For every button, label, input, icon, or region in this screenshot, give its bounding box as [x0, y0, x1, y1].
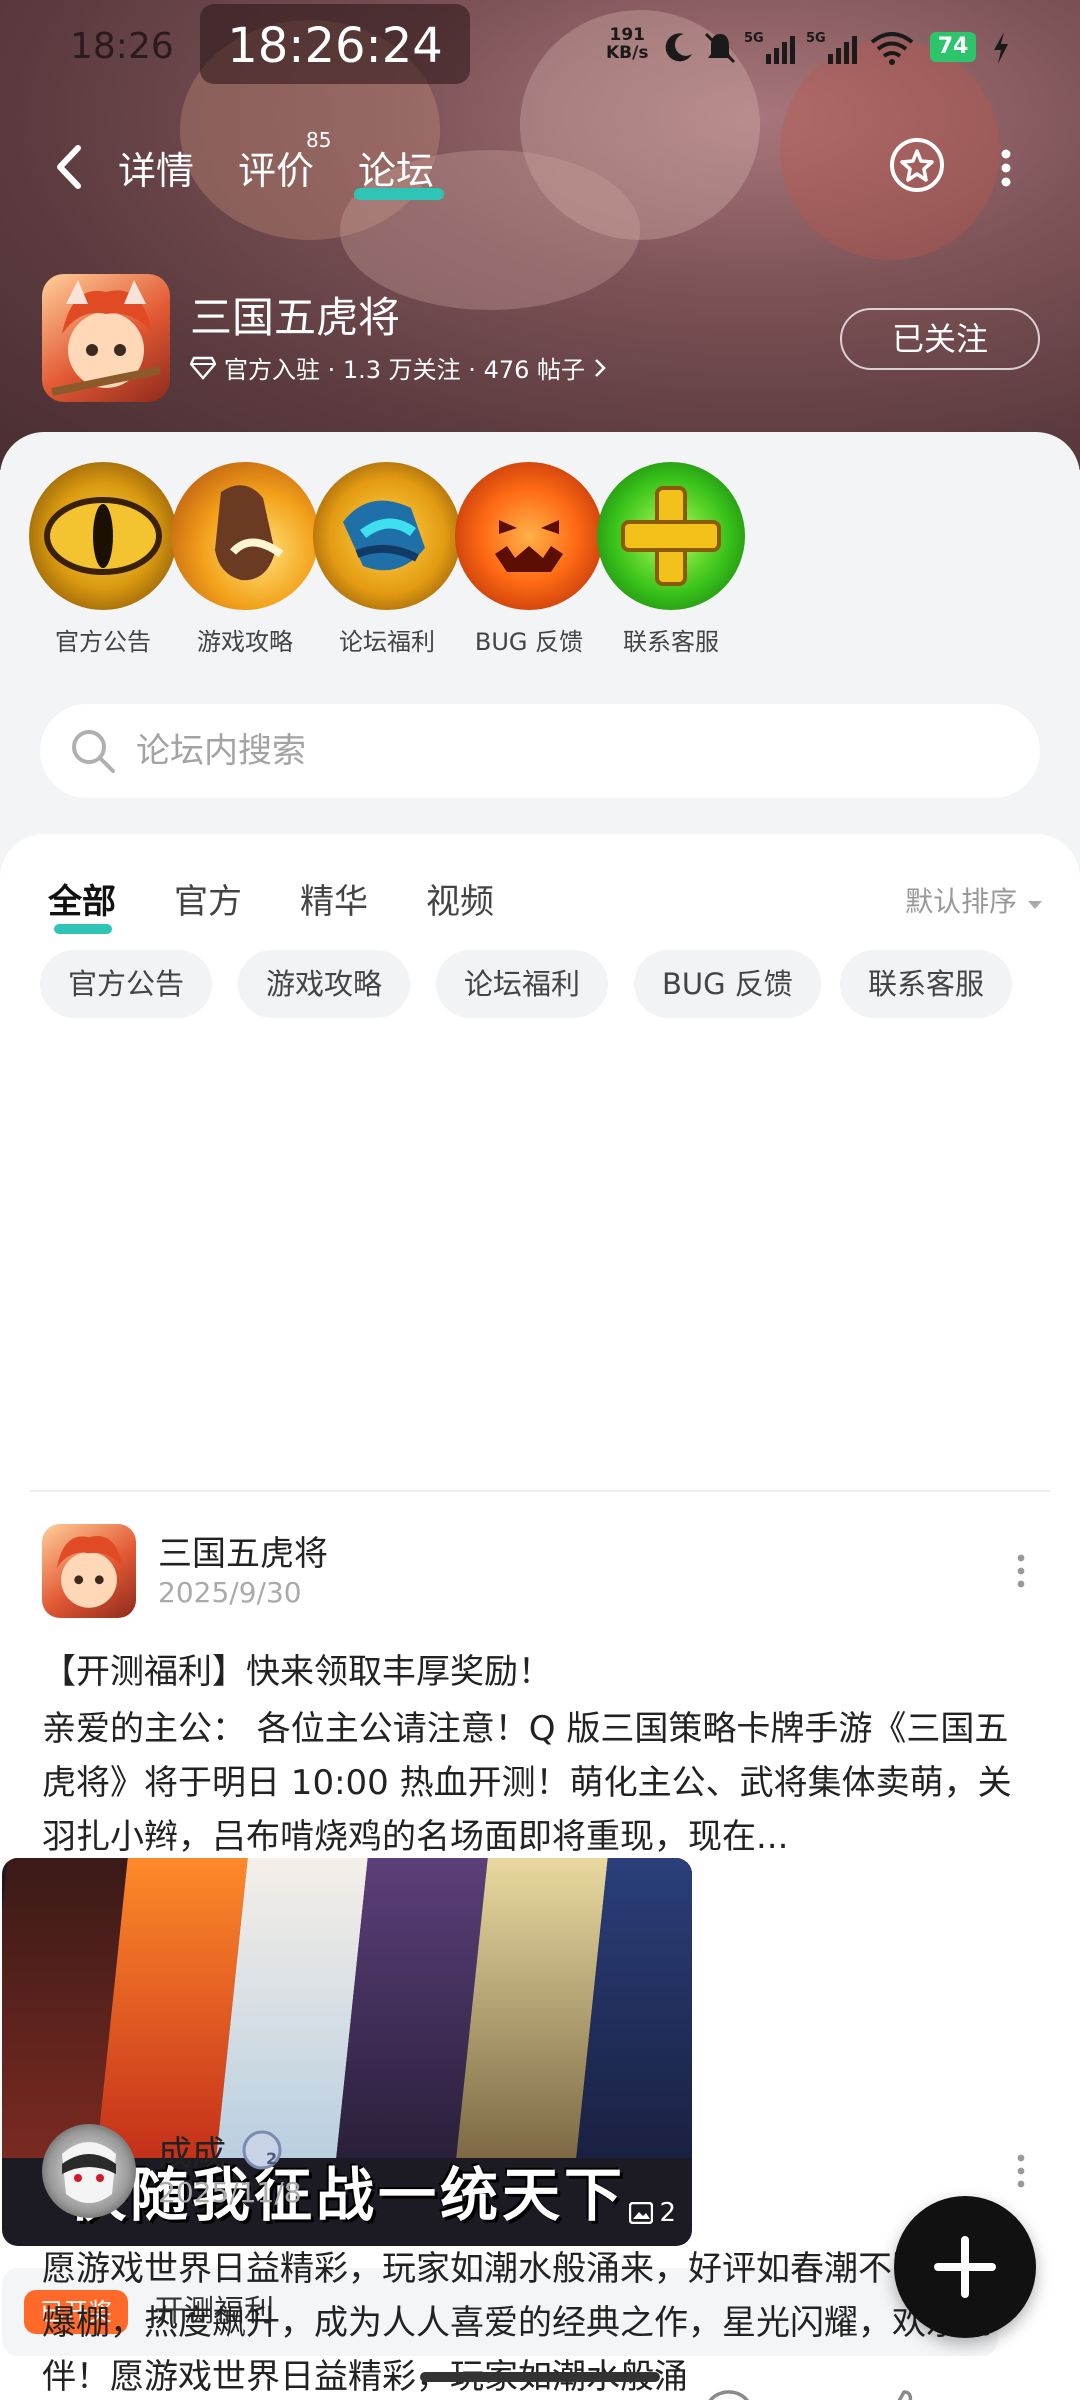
bell-off-icon — [704, 32, 736, 64]
category-label: 联系客服 — [623, 628, 719, 656]
author-avatar[interactable] — [42, 1524, 136, 1618]
author-avatar[interactable] — [42, 2124, 136, 2218]
search-input[interactable] — [136, 718, 996, 784]
author-name[interactable]: 三国五虎将 — [158, 1526, 328, 1575]
tab-featured[interactable]: 精华 — [300, 874, 368, 923]
eye-icon — [29, 462, 177, 610]
clock-overlay: 18:26:24 — [200, 4, 470, 84]
author-name[interactable]: 成成 — [158, 2126, 226, 2175]
category-support[interactable]: 联系客服 — [596, 462, 746, 657]
category-label: BUG 反馈 — [474, 628, 584, 656]
tab-all[interactable]: 全部 — [48, 874, 116, 923]
review-count-badge: 85 — [306, 128, 332, 152]
charging-icon — [994, 32, 1008, 64]
create-post-button[interactable] — [888, 2190, 1042, 2344]
tab-official[interactable]: 官方 — [174, 874, 242, 923]
tab-reviews[interactable]: 评价 — [238, 140, 314, 195]
signal-icon-2: 5G — [806, 31, 857, 64]
level-badge-icon: 2 — [242, 2130, 282, 2170]
tab-forum[interactable]: 论坛 — [358, 140, 434, 195]
post-title: 【开测福利】快来领取丰厚奖励！ — [42, 1652, 552, 1692]
game-app-icon[interactable] — [42, 274, 170, 402]
chip-benefits[interactable]: 论坛福利 — [436, 950, 609, 1018]
chip-guides[interactable]: 游戏攻略 — [238, 950, 411, 1018]
post-date: 2025/9/30 — [158, 1576, 302, 1609]
plus-add-icon — [934, 2236, 996, 2298]
home-indicator — [420, 2372, 660, 2382]
category-guides[interactable]: 游戏攻略 — [170, 462, 320, 657]
category-label: 官方公告 — [55, 628, 151, 656]
favorite-star-icon[interactable] — [888, 136, 946, 194]
chip-support[interactable]: 联系客服 — [840, 950, 1013, 1018]
active-tab-indicator — [354, 188, 444, 200]
top-nav: 详情 评价 85 论坛 — [0, 128, 1080, 210]
game-header: 三国五虎将 官方入驻 · 1.3 万关注 · 476 帖子 已关注 — [40, 272, 1040, 402]
svg-text:2: 2 — [266, 2149, 277, 2168]
tab-video[interactable]: 视频 — [426, 874, 494, 923]
forum-search[interactable] — [40, 704, 1040, 798]
sort-label: 默认排序 — [905, 885, 1018, 918]
svg-text:5G: 5G — [744, 31, 764, 46]
back-arrow-icon[interactable] — [50, 142, 90, 192]
post-card[interactable]: 成成 2 2025/11/8 愿游戏世界日益精彩，玩家如潮水般涌来，好评如春潮不… — [40, 2124, 1040, 2400]
svg-text:5G: 5G — [806, 31, 826, 46]
category-bug-report[interactable]: BUG 反馈 — [454, 462, 604, 657]
game-meta-text: 官方入驻 · 1.3 万关注 · 476 帖子 — [224, 356, 586, 384]
post-body: 亲爱的主公： 各位主公请注意！Q 版三国策略卡牌手游《三国五虎将》将于明日 10… — [42, 1709, 1012, 1857]
category-label: 游戏攻略 — [197, 628, 293, 656]
status-time: 18:26 — [70, 26, 174, 67]
post-date: 2025/11/8 — [158, 2176, 302, 2209]
post-more-icon[interactable] — [1016, 1554, 1026, 1588]
moon-icon — [665, 33, 692, 62]
clock-time: 18:26:24 — [227, 18, 443, 74]
chip-bug[interactable]: BUG 反馈 — [634, 950, 821, 1018]
pumpkin-icon — [455, 462, 603, 610]
game-meta[interactable]: 官方入驻 · 1.3 万关注 · 476 帖子 — [190, 350, 607, 385]
game-title: 三国五虎将 — [190, 293, 401, 342]
category-benefits[interactable]: 论坛福利 — [312, 462, 462, 657]
follow-button[interactable]: 已关注 — [840, 308, 1040, 370]
category-official[interactable]: 官方公告 — [28, 462, 178, 657]
battery-level: 74 — [930, 32, 976, 62]
forum-panel: 官方公告 游戏攻略 论坛福利 BUG 反馈 联系客服 论坛内搜索 全部 官方 精… — [0, 432, 1080, 2400]
chip-official[interactable]: 官方公告 — [40, 950, 213, 1018]
chevron-right-icon — [595, 358, 606, 377]
divider — [30, 1490, 1050, 1492]
post-more-icon[interactable] — [1016, 2154, 1026, 2188]
more-options-icon[interactable] — [996, 148, 1016, 188]
signal-icon: 5G — [744, 31, 795, 64]
plus-icon — [597, 462, 745, 610]
tab-details[interactable]: 详情 — [118, 140, 194, 195]
caret-down-icon — [1028, 901, 1042, 909]
feed-tab-indicator — [54, 924, 112, 934]
gift-icon — [313, 462, 461, 610]
category-shortcuts: 官方公告 游戏攻略 论坛福利 BUG 反馈 联系客服 — [0, 462, 1080, 662]
diamond-icon — [190, 356, 216, 380]
net-speed: 191 KB/s — [606, 25, 649, 63]
category-label: 论坛福利 — [339, 628, 435, 656]
wifi-icon — [870, 32, 914, 65]
sort-dropdown[interactable]: 默认排序 — [905, 880, 1044, 920]
hand-icon — [171, 462, 319, 610]
status-bar: 18:26 18:26:24 191 KB/s 5G 5G 74 — [0, 0, 1080, 100]
search-icon — [72, 730, 115, 773]
